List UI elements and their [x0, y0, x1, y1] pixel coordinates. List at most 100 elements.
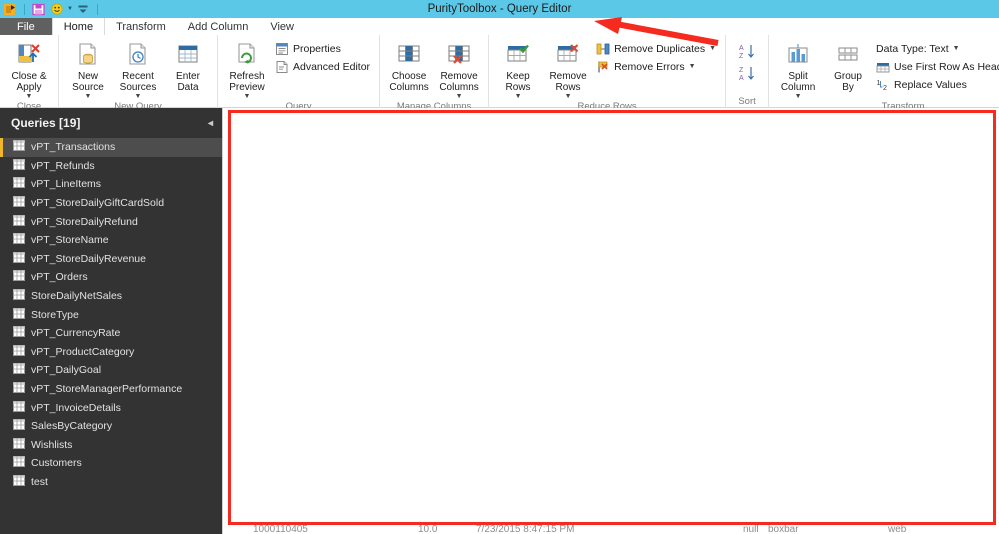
- query-name-label: Customers: [31, 457, 82, 470]
- query-name-label: vPT_Transactions: [31, 141, 116, 154]
- recent-sources-button[interactable]: Recent Sources ▼: [114, 38, 162, 100]
- split-column-button[interactable]: Split Column ▼: [774, 38, 822, 100]
- query-list-item[interactable]: vPT_InvoiceDetails: [0, 398, 222, 417]
- data-type-caret-icon[interactable]: ▼: [953, 45, 960, 52]
- properties-button[interactable]: Properties: [273, 40, 374, 57]
- queries-sidebar: Queries [19] ◂ vPT_Transactions vPT_Refun…: [0, 108, 222, 534]
- query-name-label: vPT_CurrencyRate: [31, 327, 121, 340]
- remove-errors-caret-icon[interactable]: ▼: [689, 63, 696, 70]
- query-name-label: vPT_DailyGoal: [31, 364, 102, 377]
- query-name-label: vPT_StoreDailyRefund: [31, 215, 138, 228]
- query-list-item[interactable]: test: [0, 473, 222, 492]
- replace-values-button[interactable]: 1 2 Replace Values: [874, 76, 999, 93]
- table-icon: [13, 419, 25, 433]
- partial-row-cell: boxbar: [768, 525, 799, 534]
- query-list-item[interactable]: vPT_Orders: [0, 268, 222, 287]
- query-list-item[interactable]: StoreDailyNetSales: [0, 287, 222, 306]
- group-by-button[interactable]: Group By: [824, 38, 872, 93]
- use-first-row-icon: [876, 60, 890, 74]
- preview-pane: 1000110405 10.0 7/23/2015 8:47:15 PM null bo…: [222, 108, 999, 534]
- enter-data-icon: [175, 40, 201, 70]
- remove-rows-label: Remove Rows: [549, 71, 587, 93]
- query-name-label: StoreDailyNetSales: [31, 290, 123, 303]
- advanced-editor-button[interactable]: Advanced Editor: [273, 58, 374, 75]
- query-list-item[interactable]: vPT_DailyGoal: [0, 361, 222, 380]
- table-icon: [13, 474, 25, 489]
- query-list-item[interactable]: vPT_StoreDailyRefund: [0, 212, 222, 231]
- remove-errors-button[interactable]: Remove Errors ▼: [594, 58, 720, 75]
- query-name-label: StoreType: [31, 308, 79, 321]
- svg-text:1: 1: [877, 80, 881, 87]
- table-icon: [13, 251, 25, 266]
- new-source-caret-icon[interactable]: ▼: [85, 93, 92, 100]
- query-list-item[interactable]: StoreType: [0, 305, 222, 324]
- query-list-item[interactable]: vPT_LineItems: [0, 175, 222, 194]
- keep-rows-caret-icon[interactable]: ▼: [515, 93, 522, 100]
- query-list-item[interactable]: vPT_Refunds: [0, 157, 222, 176]
- replace-values-label: Replace Values: [894, 78, 967, 91]
- close-and-apply-button[interactable]: Close & Apply ▼: [5, 38, 53, 100]
- tab-home[interactable]: Home: [51, 18, 106, 35]
- table-icon: [13, 326, 25, 340]
- choose-columns-button[interactable]: Choose Columns: [385, 38, 433, 93]
- refresh-preview-caret-icon[interactable]: ▼: [244, 93, 251, 100]
- tab-add-column[interactable]: Add Column: [177, 18, 260, 35]
- tab-file[interactable]: File: [0, 18, 52, 35]
- enter-data-button[interactable]: Enter Data: [164, 38, 212, 93]
- query-name-label: SalesByCategory: [31, 420, 113, 433]
- remove-duplicates-label: Remove Duplicates: [614, 42, 706, 55]
- query-list-item[interactable]: Customers: [0, 454, 222, 473]
- query-list-item[interactable]: vPT_StoreName: [0, 231, 222, 250]
- collapse-pane-icon[interactable]: ◂: [208, 118, 213, 129]
- table-icon: [13, 214, 25, 229]
- remove-columns-caret-icon[interactable]: ▼: [456, 93, 463, 100]
- choose-columns-label: Choose Columns: [389, 71, 429, 93]
- close-apply-caret-icon[interactable]: ▼: [26, 93, 33, 100]
- recent-sources-caret-icon[interactable]: ▼: [135, 93, 142, 100]
- sort-ascending-button[interactable]: A Z: [737, 42, 757, 62]
- query-list-item[interactable]: SalesByCategory: [0, 417, 222, 436]
- keep-rows-label: Keep Rows: [505, 71, 531, 93]
- query-name-label: vPT_StoreDailyRevenue: [31, 252, 146, 265]
- svg-text:Z: Z: [739, 53, 744, 60]
- table-icon: [13, 400, 25, 415]
- refresh-preview-button[interactable]: Refresh Preview ▼: [223, 38, 271, 100]
- query-list-item[interactable]: vPT_StoreDailyRevenue: [0, 250, 222, 269]
- table-icon: [13, 140, 25, 154]
- query-name-label: vPT_LineItems: [31, 178, 102, 191]
- query-list-item[interactable]: vPT_ProductCategory: [0, 343, 222, 362]
- query-list-item[interactable]: vPT_StoreManagerPerformance: [0, 380, 222, 399]
- remove-columns-button[interactable]: Remove Columns ▼: [435, 38, 483, 100]
- queries-list: vPT_Transactions vPT_Refunds vPT_LineItems…: [0, 138, 222, 491]
- keep-rows-button[interactable]: Keep Rows ▼: [494, 38, 542, 100]
- query-list-item[interactable]: vPT_CurrencyRate: [0, 324, 222, 343]
- table-icon: [13, 437, 25, 452]
- use-first-row-as-headers-button[interactable]: Use First Row As Headers ▼: [874, 58, 999, 75]
- query-list-item[interactable]: vPT_StoreDailyGiftCardSold: [0, 194, 222, 213]
- ribbon-group-sort: A Z Z A Sort: [726, 35, 770, 108]
- table-icon: [13, 196, 25, 210]
- tab-transform[interactable]: Transform: [105, 18, 177, 35]
- group-by-icon: [835, 40, 861, 70]
- title-bar: ▼ PurityToolbox - Query Editor: [0, 0, 999, 18]
- sort-descending-button[interactable]: Z A: [737, 64, 757, 84]
- remove-rows-button[interactable]: Remove Rows ▼: [544, 38, 592, 100]
- svg-text:A: A: [739, 75, 744, 82]
- new-source-button[interactable]: New Source ▼: [64, 38, 112, 100]
- split-column-icon: [785, 40, 811, 70]
- remove-duplicates-caret-icon[interactable]: ▼: [709, 45, 716, 52]
- remove-duplicates-button[interactable]: Remove Duplicates ▼: [594, 40, 720, 57]
- window-title: PurityToolbox - Query Editor: [427, 3, 572, 15]
- replace-values-icon: 1 2: [876, 78, 890, 92]
- tab-view[interactable]: View: [259, 18, 305, 35]
- svg-text:2: 2: [883, 85, 887, 92]
- close-apply-icon: [16, 40, 42, 70]
- query-list-item[interactable]: vPT_Transactions: [0, 138, 222, 157]
- group-by-label: Group By: [834, 71, 862, 93]
- split-column-caret-icon[interactable]: ▼: [795, 93, 802, 100]
- query-list-item[interactable]: Wishlists: [0, 436, 222, 455]
- remove-rows-caret-icon[interactable]: ▼: [565, 93, 572, 100]
- ribbon-tabstrip: File Home Transform Add Column View: [0, 18, 999, 35]
- table-icon: [13, 456, 25, 470]
- data-type-button[interactable]: Data Type: Text ▼: [874, 40, 999, 57]
